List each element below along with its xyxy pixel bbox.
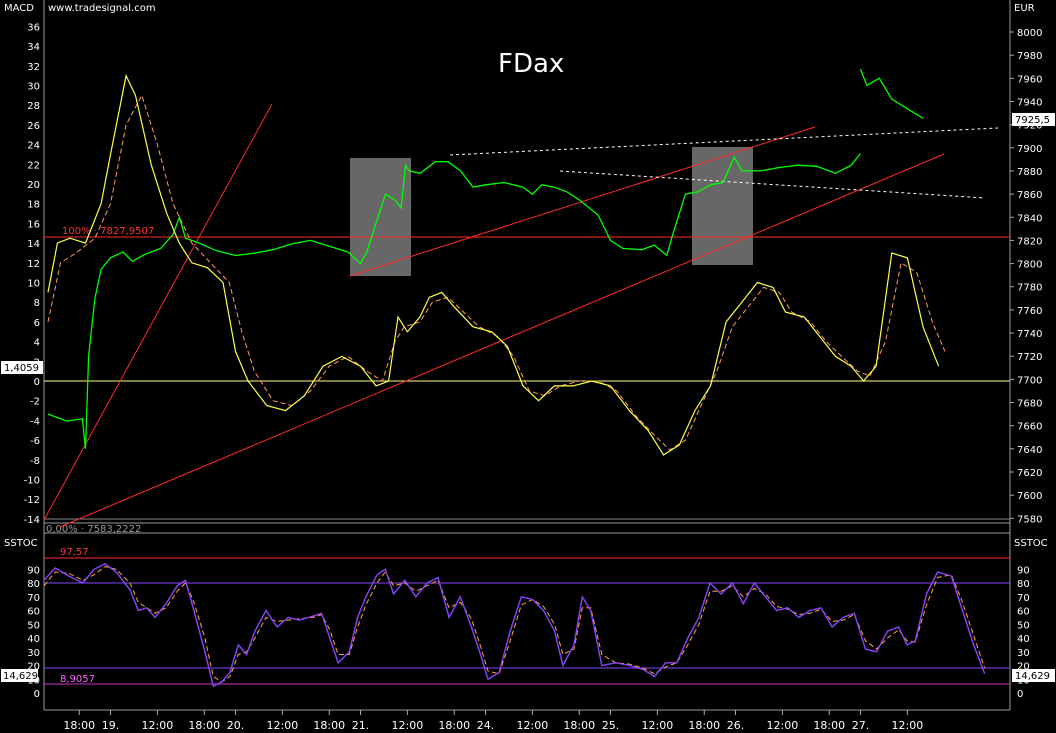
- price-tick-label: 7900: [1017, 144, 1042, 155]
- time-tick-label: 19.: [102, 719, 120, 732]
- time-tick-label: 12:00: [392, 719, 424, 732]
- macd-tick-label: -10: [24, 476, 40, 487]
- time-tick-label: 20.: [227, 719, 245, 732]
- stoch-high-label: 97,57: [60, 547, 89, 558]
- price-tick-label: 8000: [1017, 28, 1042, 39]
- stoch-tick-label-left: 0: [34, 689, 40, 700]
- stoch-tick-label-left: 90: [27, 565, 40, 576]
- source-label: www.tradesignal.com: [48, 3, 156, 14]
- time-tick-label: 26.: [727, 719, 745, 732]
- macd-tick-label: 28: [27, 101, 40, 112]
- stoch-tick-label-right: 50: [1017, 620, 1030, 631]
- stoch-tick-label-right: 80: [1017, 579, 1030, 590]
- time-tick-label: 18:00: [563, 719, 595, 732]
- price-value-label: 7925,5: [1015, 115, 1050, 126]
- stoch-tick-label-left: 60: [27, 607, 40, 618]
- chart-canvas: MACD www.tradesignal.com EUR FDax 36 34 32…: [0, 0, 1056, 733]
- stoch-label-right: SSTOC: [1014, 538, 1048, 549]
- time-tick-label: 24.: [477, 719, 495, 732]
- macd-tick-label: -6: [30, 436, 40, 447]
- time-tick-label: 18:00: [688, 719, 720, 732]
- chart-title: FDax: [498, 49, 564, 79]
- macd-tick-label: 30: [27, 82, 40, 93]
- price-tick-label: 7740: [1017, 329, 1042, 340]
- stoch-tick-label-right: 60: [1017, 607, 1030, 618]
- fib-100-label: 100% · 7827,9507: [62, 226, 154, 237]
- macd-tick-label: 18: [27, 200, 40, 211]
- price-tick-label: 7660: [1017, 422, 1042, 433]
- fib-0-label: 0,00% · 7583,2222: [46, 524, 141, 535]
- macd-tick-label: -2: [30, 397, 40, 408]
- price-tick-label: 7860: [1017, 190, 1042, 201]
- price-tick-label: 7620: [1017, 468, 1042, 479]
- time-tick-label: 12:00: [767, 719, 799, 732]
- macd-tick-label: 24: [27, 141, 40, 152]
- macd-tick-label: -12: [24, 495, 40, 506]
- time-tick-label: 18:00: [438, 719, 470, 732]
- macd-tick-label: 20: [27, 180, 40, 191]
- time-tick-label: 12:00: [517, 719, 549, 732]
- macd-tick-label: 32: [27, 62, 40, 73]
- macd-tick-label: 16: [27, 219, 40, 230]
- stoch-tick-label-left: 30: [27, 648, 40, 659]
- price-tick-label: 7720: [1017, 352, 1042, 363]
- price-tick-label: 7940: [1017, 97, 1042, 108]
- price-tick-label: 7880: [1017, 167, 1042, 178]
- time-tick-label: 12:00: [892, 719, 924, 732]
- stoch-tick-label-left: 50: [27, 620, 40, 631]
- price-tick-label: 7580: [1017, 514, 1042, 525]
- price-tick-label: 7820: [1017, 236, 1042, 247]
- price-tick-label: 7600: [1017, 491, 1042, 502]
- macd-tick-label: -14: [24, 515, 40, 526]
- stoch-tick-label-right: 70: [1017, 593, 1030, 604]
- time-tick-label: 12:00: [142, 719, 174, 732]
- stoch-label-left: SSTOC: [4, 538, 38, 549]
- price-tick-label: 7800: [1017, 260, 1042, 271]
- time-tick-label: 12:00: [267, 719, 299, 732]
- macd-tick-label: 8: [34, 298, 40, 309]
- macd-tick-label: 12: [27, 259, 40, 270]
- time-tick-label: 18:00: [63, 719, 95, 732]
- macd-tick-label: 0: [34, 377, 40, 388]
- stoch-tick-label-right: 0: [1017, 689, 1023, 700]
- price-tick-label: 7840: [1017, 213, 1042, 224]
- stoch-tick-label-left: 40: [27, 634, 40, 645]
- stoch-tick-label-left: 70: [27, 593, 40, 604]
- macd-value-label: 1,4059: [4, 363, 39, 374]
- stoch-value-label-right: 14,629: [1015, 671, 1050, 682]
- macd-axis-title: MACD: [4, 3, 34, 14]
- macd-tick-label: 10: [27, 279, 40, 290]
- macd-tick-label: 34: [27, 42, 40, 53]
- stoch-tick-label-left: 80: [27, 579, 40, 590]
- macd-tick-label: 26: [27, 121, 40, 132]
- price-tick-label: 7980: [1017, 51, 1042, 62]
- macd-tick-label: -8: [30, 456, 40, 467]
- time-tick-label: 21.: [352, 719, 370, 732]
- time-tick-label: 12:00: [642, 719, 674, 732]
- stoch-low-label: 8,9057: [60, 674, 95, 685]
- price-tick-label: 7780: [1017, 283, 1042, 294]
- price-tick-label: 7960: [1017, 74, 1042, 85]
- time-tick-label: 25.: [602, 719, 620, 732]
- time-tick-label: 18:00: [313, 719, 345, 732]
- price-tick-label: 7680: [1017, 399, 1042, 410]
- price-tick-label: 7700: [1017, 375, 1042, 386]
- time-tick-label: 18:00: [813, 719, 845, 732]
- price-tick-label: 7640: [1017, 445, 1042, 456]
- time-tick-label: 18:00: [188, 719, 220, 732]
- macd-tick-label: 14: [27, 239, 40, 250]
- highlight-zone-1: [350, 158, 411, 276]
- macd-tick-label: 22: [27, 160, 40, 171]
- stoch-tick-label-right: 30: [1017, 648, 1030, 659]
- stoch-tick-label-right: 90: [1017, 565, 1030, 576]
- stoch-tick-label-right: 40: [1017, 634, 1030, 645]
- price-axis-title: EUR: [1014, 3, 1035, 14]
- price-tick-label: 7760: [1017, 306, 1042, 317]
- time-tick-label: 27.: [852, 719, 870, 732]
- stoch-value-label-left: 14,629: [3, 671, 38, 682]
- macd-tick-label: 6: [34, 318, 40, 329]
- macd-tick-label: 36: [27, 22, 40, 33]
- macd-tick-label: -4: [30, 416, 40, 427]
- macd-tick-label: 4: [34, 338, 40, 349]
